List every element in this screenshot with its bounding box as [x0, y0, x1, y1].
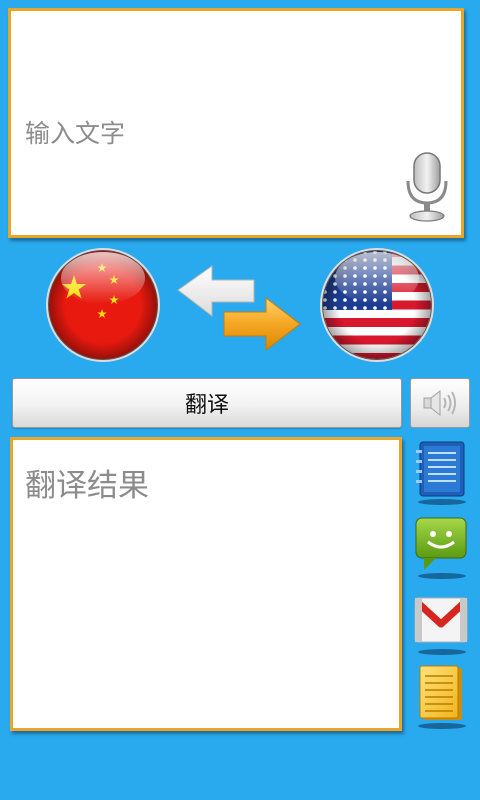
target-language-flag[interactable]: [320, 248, 434, 362]
input-text-area[interactable]: 输入文字: [8, 8, 464, 238]
notes-icon: [416, 441, 466, 505]
swap-languages-button[interactable]: [174, 262, 304, 356]
swap-arrows-icon: [177, 265, 301, 352]
source-language-flag[interactable]: [46, 248, 160, 362]
mail-button[interactable]: [412, 590, 470, 656]
microphone-icon[interactable]: [401, 151, 453, 223]
sms-button[interactable]: [412, 514, 470, 580]
speak-button[interactable]: [410, 378, 470, 428]
notepad-icon: [418, 665, 466, 729]
usa-flag-icon: [320, 248, 434, 362]
translate-button[interactable]: 翻译: [12, 378, 402, 428]
notepad-button[interactable]: [412, 664, 470, 730]
sms-icon: [415, 517, 467, 579]
result-placeholder: 翻译结果: [25, 468, 149, 504]
speaker-icon: [423, 389, 456, 417]
input-placeholder: 输入文字: [25, 119, 126, 148]
notes-button[interactable]: [412, 440, 470, 506]
translate-button-label: 翻译: [184, 393, 229, 418]
translation-result-area[interactable]: 翻译结果: [10, 437, 402, 731]
china-flag-icon: [46, 248, 160, 362]
mail-icon: [414, 597, 468, 655]
